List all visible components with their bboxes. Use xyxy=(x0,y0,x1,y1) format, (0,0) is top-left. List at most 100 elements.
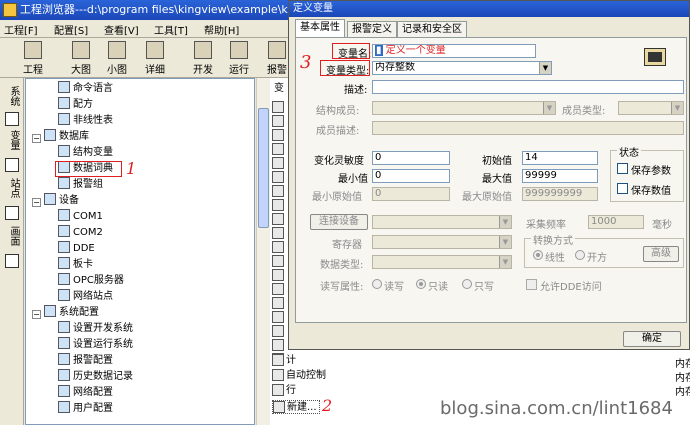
initial-value-input[interactable]: 14 xyxy=(522,151,598,165)
menu-project[interactable]: 工程[F] xyxy=(4,22,38,37)
tree-item-struct-variable[interactable]: 结构变量 xyxy=(58,145,113,161)
tree-item-device[interactable]: 设备 xyxy=(44,193,79,209)
list-item[interactable] xyxy=(270,240,288,254)
list-item[interactable] xyxy=(270,142,288,156)
member-desc-input[interactable] xyxy=(372,121,684,135)
var-type-select[interactable]: 内存整数 ▼ xyxy=(372,61,552,75)
tree-item-database[interactable]: 数据库 xyxy=(44,129,89,145)
list-item[interactable] xyxy=(270,310,288,324)
list-item[interactable] xyxy=(270,282,288,296)
tree-item-alarm-group[interactable]: 报警组 xyxy=(58,177,103,193)
type-cell: 内存 xyxy=(675,373,690,384)
menu-tools[interactable]: 工具[T] xyxy=(154,22,188,37)
tree-item-dev-system[interactable]: 设置开发系统 xyxy=(58,321,133,337)
tree-item-nonlinear-table[interactable]: 非线性表 xyxy=(58,113,113,129)
tree-item-com1[interactable]: COM1 xyxy=(58,209,103,225)
variable-icon xyxy=(272,171,284,183)
collapse-device-toggle[interactable]: − xyxy=(32,198,41,207)
list-item[interactable] xyxy=(270,198,288,212)
change-sensitivity-input[interactable]: 0 xyxy=(372,151,450,165)
connect-device-select[interactable]: ▼ xyxy=(372,215,512,229)
list-item[interactable] xyxy=(270,338,288,352)
tool-details-button[interactable]: 详细 xyxy=(140,40,170,76)
tree-item-board[interactable]: 板卡 xyxy=(58,257,93,273)
tool-develop-button[interactable]: 开发 xyxy=(188,40,218,76)
list-item[interactable] xyxy=(270,324,288,338)
connect-device-button[interactable]: 连接设备 xyxy=(310,214,368,230)
convert-group-title: 转换方式 xyxy=(531,232,575,247)
collapse-database-toggle[interactable]: − xyxy=(32,134,41,143)
max-raw-input[interactable]: 999999999 xyxy=(522,187,598,201)
tree-label: 配方 xyxy=(73,99,93,110)
register-select[interactable]: ▼ xyxy=(372,235,512,249)
annotation-two: 2 xyxy=(322,396,333,415)
list-item[interactable] xyxy=(270,296,288,310)
linear-radio[interactable] xyxy=(533,250,543,260)
list-item[interactable] xyxy=(270,156,288,170)
list-item[interactable] xyxy=(270,212,288,226)
sqrt-radio[interactable] xyxy=(575,250,585,260)
min-raw-input[interactable]: 0 xyxy=(372,187,450,201)
description-input[interactable] xyxy=(372,80,684,94)
tab-basic-properties[interactable]: 基本属性 xyxy=(295,19,345,38)
variable-icon xyxy=(272,311,284,323)
allow-dde-checkbox[interactable] xyxy=(526,279,537,290)
menu-config[interactable]: 配置[S] xyxy=(54,22,88,37)
member-type-select[interactable]: ▼ xyxy=(618,101,684,115)
tool-run-button[interactable]: 运行 xyxy=(224,40,254,76)
tool-project-button[interactable]: 工程 xyxy=(18,40,48,76)
vtab-site[interactable]: 站点 xyxy=(3,178,21,198)
list-item-row[interactable]: 行 xyxy=(272,384,296,398)
tree-item-network-config[interactable]: 网络配置 xyxy=(58,385,113,401)
tree-item-opc-server[interactable]: OPC服务器 xyxy=(58,273,124,289)
rw-readonly-radio[interactable] xyxy=(416,279,426,289)
tree-item-user-config[interactable]: 用户配置 xyxy=(58,401,113,417)
list-item[interactable] xyxy=(270,268,288,282)
tree-item-network-site[interactable]: 网络站点 xyxy=(58,289,113,305)
rw-writeonly-radio[interactable] xyxy=(462,279,472,289)
max-value-input[interactable]: 99999 xyxy=(522,169,598,183)
list-item[interactable] xyxy=(270,100,288,114)
list-item[interactable] xyxy=(270,254,288,268)
list-item[interactable] xyxy=(270,184,288,198)
tree-item-dde[interactable]: DDE xyxy=(58,241,95,257)
list-item-calc[interactable]: 计 xyxy=(272,354,296,368)
advanced-button[interactable]: 高级 xyxy=(643,246,679,262)
vtab-screen[interactable]: 画面 xyxy=(3,226,21,246)
tool-large-icons-button[interactable]: 大图 xyxy=(66,40,96,76)
collapse-system-config-toggle[interactable]: − xyxy=(32,310,41,319)
list-item-auto-control[interactable]: 自动控制 xyxy=(272,369,326,383)
var-name-input[interactable]: ▮ 定义一个变量 xyxy=(372,44,536,58)
tool-small-icons-button[interactable]: 小图 xyxy=(102,40,132,76)
list-item[interactable] xyxy=(270,170,288,184)
tab-alarm-definition[interactable]: 报警定义 xyxy=(347,21,397,38)
vtab-variable[interactable]: 变量 xyxy=(3,130,21,150)
list-item[interactable] xyxy=(270,128,288,142)
list-item[interactable] xyxy=(270,226,288,240)
tab-record-security[interactable]: 记录和安全区 xyxy=(397,21,467,38)
min-value-input[interactable]: 0 xyxy=(372,169,450,183)
list-column-header[interactable]: 变 xyxy=(274,82,284,96)
tree-item-command-language[interactable]: 命令语言 xyxy=(58,81,113,97)
list-item-new[interactable]: 新建... xyxy=(272,400,320,414)
tree-item-recipe[interactable]: 配方 xyxy=(58,97,93,113)
tree-item-system-config[interactable]: 系统配置 xyxy=(44,305,99,321)
tree-label: 报警组 xyxy=(73,179,103,190)
tree-item-run-system[interactable]: 设置运行系统 xyxy=(58,337,133,353)
tree-scrollbar[interactable] xyxy=(256,78,270,425)
vtab-system[interactable]: 系统 xyxy=(3,86,21,106)
list-item[interactable] xyxy=(270,114,288,128)
save-value-checkbox[interactable] xyxy=(617,183,628,194)
menu-help[interactable]: 帮助[H] xyxy=(204,22,239,37)
data-type-select[interactable]: ▼ xyxy=(372,255,512,269)
sample-rate-input[interactable]: 1000 xyxy=(588,215,644,229)
menu-view[interactable]: 查看[V] xyxy=(104,22,139,37)
save-param-checkbox[interactable] xyxy=(617,163,628,174)
rw-readwrite-radio[interactable] xyxy=(372,279,382,289)
tree-item-history-record[interactable]: 历史数据记录 xyxy=(58,369,133,385)
ok-button[interactable]: 确定 xyxy=(623,331,681,347)
tree-scrollbar-thumb[interactable] xyxy=(258,108,269,228)
struct-member-select[interactable]: ▼ xyxy=(372,101,556,115)
tree-item-alarm-config[interactable]: 报警配置 xyxy=(58,353,113,369)
tree-item-com2[interactable]: COM2 xyxy=(58,225,103,241)
